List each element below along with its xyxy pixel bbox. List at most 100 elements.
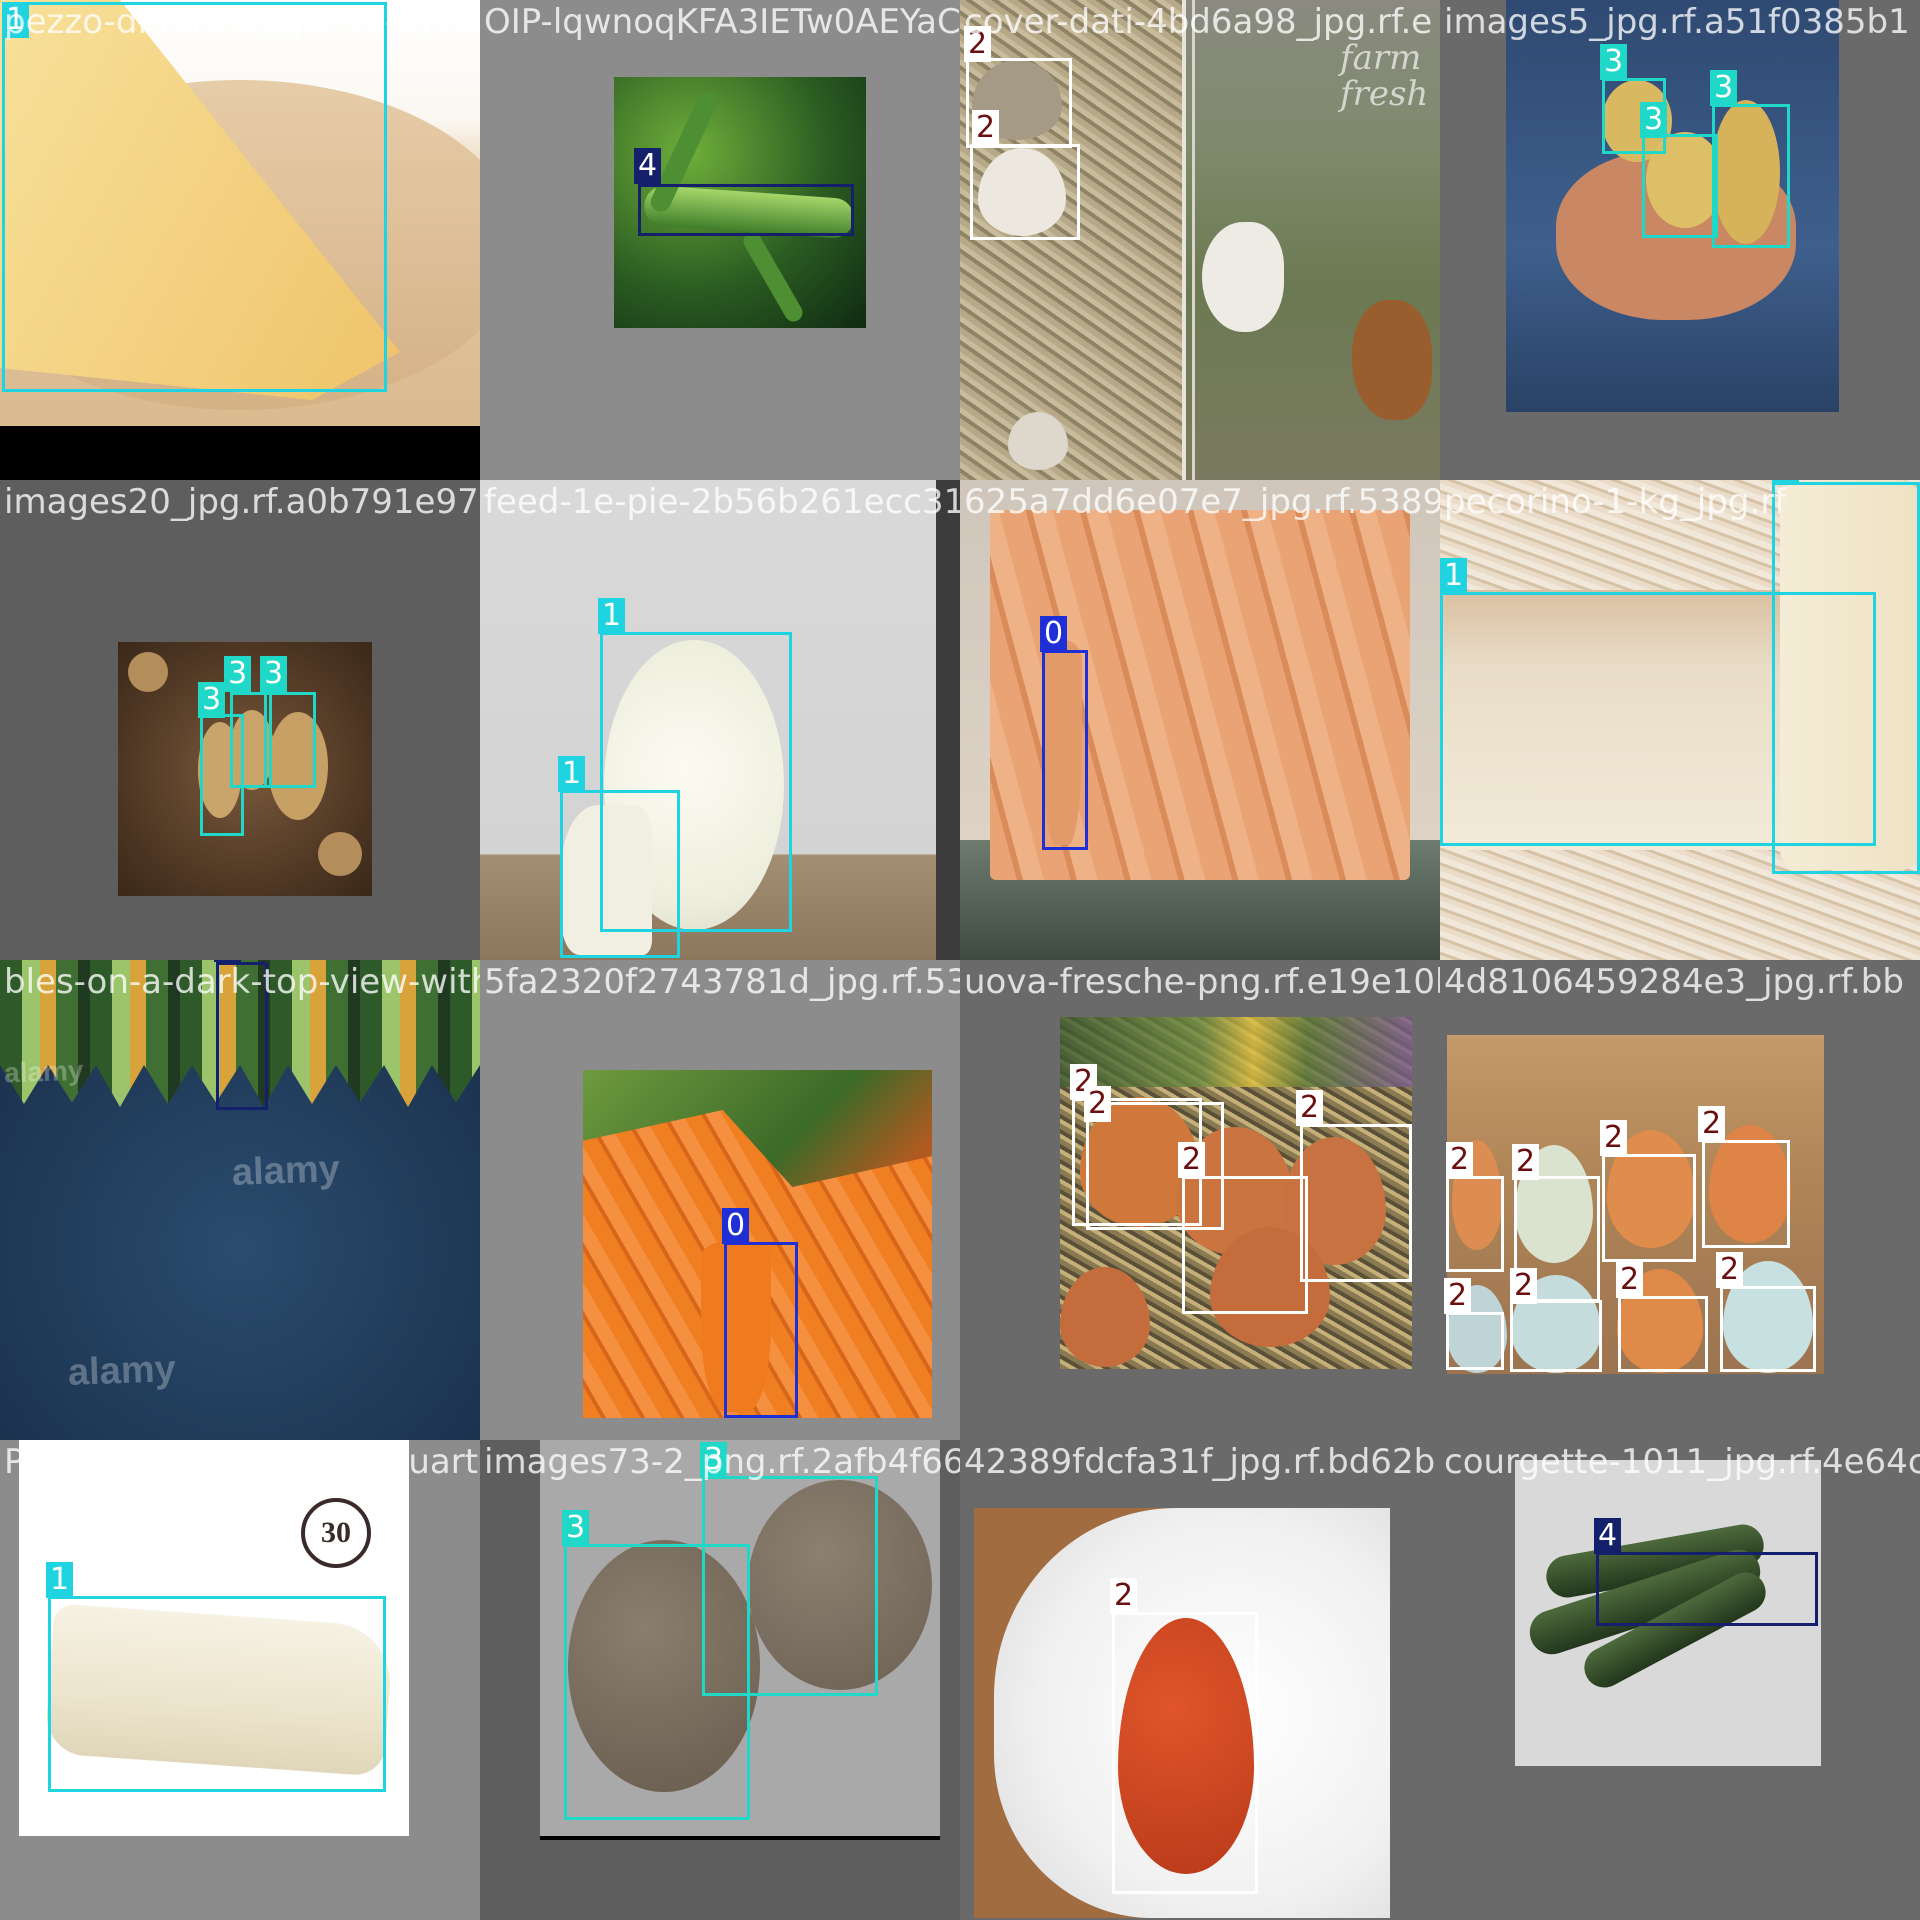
bbox-tag-class-2: 2 <box>972 110 1000 146</box>
bbox-tag-class-2: 2 <box>1446 1142 1474 1178</box>
photo-credit-bar <box>0 426 480 480</box>
bbox-tag-class-2: 2 <box>964 26 992 62</box>
seal-number: 30 <box>321 1516 351 1549</box>
tile-two-potatoes[interactable]: alamy images73-2_png.rf.2afb4f663b 3 3 <box>480 1440 960 1920</box>
potato-shape <box>128 652 168 692</box>
fence-post <box>1192 0 1195 480</box>
tile-filename: 42389fdcfa31f_jpg.rf.bd62b <box>964 1442 1436 1482</box>
bbox-tag-class-1: 1 <box>1772 480 1800 482</box>
bbox-class-2[interactable] <box>1446 1176 1504 1272</box>
tile-carrot-bunches[interactable]: 5fa2320f2743781d_jpg.rf.53dfe0f63382b 0 <box>480 960 960 1440</box>
tile-filename: images20_jpg.rf.a0b791e977 <box>4 482 480 522</box>
tile-filename: 4d8106459284e3_jpg.rf.bb <box>1444 962 1904 1002</box>
egg-shape <box>1060 1267 1150 1367</box>
bbox-class-3[interactable] <box>1712 104 1790 248</box>
bbox-tag-class-3: 3 <box>1600 44 1628 80</box>
watermark-text: alamy <box>3 1054 84 1089</box>
tile-courgettes[interactable]: courgette-1011_jpg.rf.4e64c 4 <box>1440 1440 1920 1920</box>
egg-shape <box>1008 412 1068 470</box>
bbox-class-2[interactable] <box>1300 1124 1412 1282</box>
fence-post <box>1182 0 1186 480</box>
bbox-class-1[interactable] <box>2 2 387 392</box>
tile-potatoes-soil[interactable]: images20_jpg.rf.a0b791e977 3 3 3 <box>0 480 480 960</box>
bbox-tag-class-1: 1 <box>598 598 626 634</box>
bbox-class-0[interactable] <box>1042 650 1088 850</box>
bbox-class-2[interactable] <box>1446 1312 1504 1370</box>
tile-parmigiano[interactable]: 30 Parmigiano_Reggiano_quarto 1 <box>0 1440 480 1920</box>
bbox-class-2[interactable] <box>1510 1300 1602 1372</box>
tile-cheese-wedge[interactable]: pezzo-di-formaggio-su-tavola-di-legno-ch… <box>0 0 480 480</box>
bbox-tag-class-2: 2 <box>1296 1090 1324 1126</box>
tile-carrots-box[interactable]: 625a7dd6e07e7_jpg.rf.5389 0 <box>960 480 1440 960</box>
bbox-class-2[interactable] <box>1618 1296 1708 1372</box>
zucchini-stem-shape <box>740 229 806 325</box>
photo-credit-bar <box>540 1836 940 1840</box>
carrots-box-photo <box>960 480 1440 960</box>
bbox-tag-class-4: 4 <box>634 148 662 184</box>
bbox-class-3[interactable] <box>1642 134 1718 238</box>
bbox-tag-class-2: 2 <box>1716 1252 1744 1288</box>
bbox-class-0[interactable] <box>724 1242 798 1418</box>
tile-potatoes-hands[interactable]: images5_jpg.rf.a51f0385b1 3 3 3 <box>1440 0 1920 480</box>
bbox-tag-class-2: 2 <box>1110 1578 1138 1614</box>
bbox-class-1[interactable] <box>48 1596 386 1792</box>
tile-pecorino[interactable]: pecorino-1-kg_jpg.rf 1 1 <box>1440 480 1920 960</box>
bbox-tag-class-0: 0 <box>722 1208 750 1244</box>
bbox-tag-class-2: 2 <box>1084 1086 1112 1122</box>
bbox-class-2[interactable] <box>1702 1140 1790 1248</box>
sign-text: farm fresh <box>1340 38 1429 114</box>
bbox-class-4[interactable] <box>216 962 268 1110</box>
tile-cheese-wheels[interactable]: feed-1e-pie-2b56b261ecc31afd 1 1 <box>480 480 960 960</box>
bbox-tag-class-3: 3 <box>1640 102 1668 138</box>
tile-egg-plate[interactable]: 42389fdcfa31f_jpg.rf.bd62b 2 <box>960 1440 1440 1920</box>
bbox-tag-class-3: 3 <box>260 656 288 692</box>
bbox-tag-class-1: 1 <box>1440 558 1468 594</box>
bbox-tag-class-3: 3 <box>700 1442 728 1478</box>
watermark-text: alamy <box>67 1348 177 1394</box>
flowers-strip <box>1060 1017 1412 1087</box>
dark-edge-strip <box>936 480 960 960</box>
white-hen-shape <box>1202 222 1284 332</box>
bbox-class-1[interactable] <box>560 790 680 958</box>
tile-zucchini-plant[interactable]: OIP-lqwnoqKFA3IETw0AEYaC7AHaHa_jpg.rf 4 <box>480 0 960 480</box>
bbox-tag-class-2: 2 <box>1178 1142 1206 1178</box>
bbox-class-2[interactable] <box>1602 1154 1696 1262</box>
bbox-class-2[interactable] <box>1720 1286 1816 1372</box>
brown-hen-shape <box>1352 300 1432 420</box>
tile-eggs-carton[interactable]: 4d8106459284e3_jpg.rf.bb 2 2 2 2 2 2 2 2 <box>1440 960 1920 1440</box>
bbox-tag-class-2: 2 <box>1444 1278 1472 1314</box>
bbox-tag-class-1: 1 <box>558 756 586 792</box>
detection-mosaic: pezzo-di-formaggio-su-tavola-di-legno-ch… <box>0 0 1920 1920</box>
bbox-tag-class-2: 2 <box>1512 1144 1540 1180</box>
tile-filename: uova-fresche-png.rf.e19e10b6 <box>964 962 1440 1002</box>
potato-shape <box>318 832 362 876</box>
bbox-tag-class-2: 2 <box>1616 1262 1644 1298</box>
tile-farm-eggs[interactable]: farm fresh cover-dati-4bd6a98_jpg.rf.e 2… <box>960 0 1440 480</box>
brand-seal: 30 <box>301 1498 371 1568</box>
tile-eggs-nest[interactable]: uova-fresche-png.rf.e19e10b6 2 2 2 2 <box>960 960 1440 1440</box>
bbox-tag-class-3: 3 <box>562 1510 590 1546</box>
bbox-tag-class-2: 2 <box>1510 1268 1538 1304</box>
bbox-tag-class-2: 2 <box>1600 1120 1628 1156</box>
watermark-text: alamy <box>231 1148 341 1194</box>
tile-filename: 5fa2320f2743781d_jpg.rf.53dfe0f63382b <box>484 962 960 1002</box>
bbox-tag-class-1: 1 <box>46 1562 74 1598</box>
bbox-class-3[interactable] <box>564 1544 750 1820</box>
bbox-tag-class-3: 3 <box>198 682 226 718</box>
bbox-tag-class-1: 1 <box>2 2 30 38</box>
tile-filename: OIP-lqwnoqKFA3IETw0AEYaC7AHaHa_jpg.rf <box>484 2 960 42</box>
bbox-class-4[interactable] <box>638 184 854 236</box>
bbox-tag-class-3: 3 <box>1710 70 1738 106</box>
bbox-tag-class-3: 3 <box>224 656 252 692</box>
tile-zucchini-dark[interactable]: alamy alamy alamy bles-on-a-dark-top-vie… <box>0 960 480 1440</box>
bbox-tag-class-4: 4 <box>1594 1518 1622 1554</box>
bbox-class-1[interactable] <box>1772 482 1920 874</box>
bbox-tag-class-2: 2 <box>1698 1106 1726 1142</box>
bbox-class-2[interactable] <box>1112 1612 1258 1894</box>
bbox-tag-class-4: 4 <box>214 960 242 962</box>
bbox-class-2[interactable] <box>1182 1176 1308 1314</box>
bbox-class-4[interactable] <box>1596 1552 1818 1626</box>
bbox-tag-class-0: 0 <box>1040 616 1068 652</box>
bbox-class-3[interactable] <box>264 692 316 788</box>
bbox-class-2[interactable] <box>970 144 1080 240</box>
